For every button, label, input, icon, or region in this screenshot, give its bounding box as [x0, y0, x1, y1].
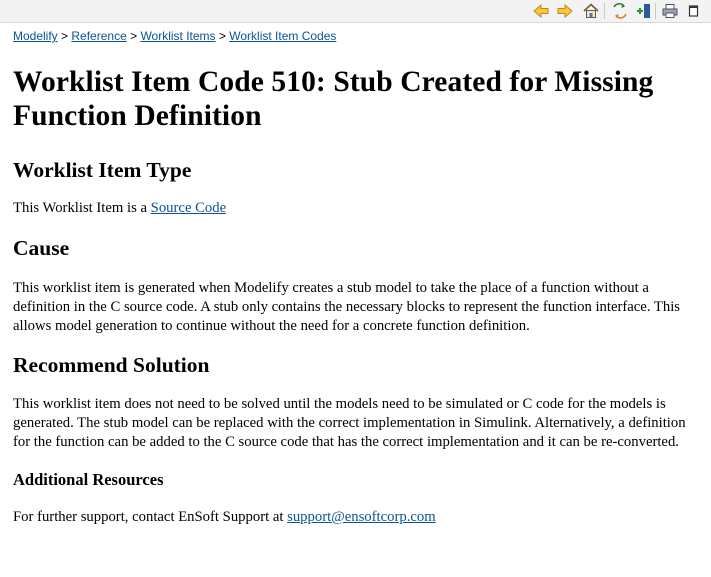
help-toolbar: [0, 0, 711, 23]
home-icon[interactable]: [582, 2, 600, 20]
breadcrumb-separator: >: [218, 29, 230, 43]
maximize-icon[interactable]: [685, 2, 703, 20]
back-arrow-icon[interactable]: [532, 2, 550, 20]
type-text: This Worklist Item is a: [13, 200, 151, 216]
page-title: Worklist Item Code 510: Stub Created for…: [13, 66, 654, 132]
source-code-link[interactable]: Source Code: [151, 200, 226, 216]
support-email-link[interactable]: support@ensoftcorp.com: [287, 509, 436, 525]
breadcrumb-separator: >: [61, 29, 72, 43]
breadcrumb: Modelify > Reference > Worklist Items > …: [13, 29, 703, 43]
bookmark-icon[interactable]: [635, 2, 653, 20]
solution-paragraph: This worklist item does not need to be s…: [13, 396, 686, 450]
type-paragraph: This Worklist Item is a Source Code: [13, 199, 703, 218]
breadcrumb-separator: >: [130, 29, 141, 43]
section-heading-cause: Cause: [13, 236, 70, 260]
section-heading-resources: Additional Resources: [13, 470, 164, 489]
breadcrumb-reference[interactable]: Reference: [71, 29, 126, 43]
cause-paragraph: This worklist item is generated when Mod…: [13, 280, 681, 334]
breadcrumb-worklist-items[interactable]: Worklist Items: [140, 29, 215, 43]
help-content: Modelify > Reference > Worklist Items > …: [13, 23, 703, 527]
section-heading-solution: Recommend Solution: [13, 353, 210, 377]
breadcrumb-worklist-item-codes[interactable]: Worklist Item Codes: [229, 29, 336, 43]
resources-text: For further support, contact EnSoft Supp…: [13, 509, 288, 525]
breadcrumb-modelify[interactable]: Modelify: [13, 29, 58, 43]
resources-paragraph: For further support, contact EnSoft Supp…: [13, 508, 703, 527]
print-icon[interactable]: [661, 2, 679, 20]
sync-toc-icon[interactable]: [611, 2, 629, 20]
forward-arrow-icon[interactable]: [556, 2, 574, 20]
section-heading-type: Worklist Item Type: [13, 158, 192, 182]
